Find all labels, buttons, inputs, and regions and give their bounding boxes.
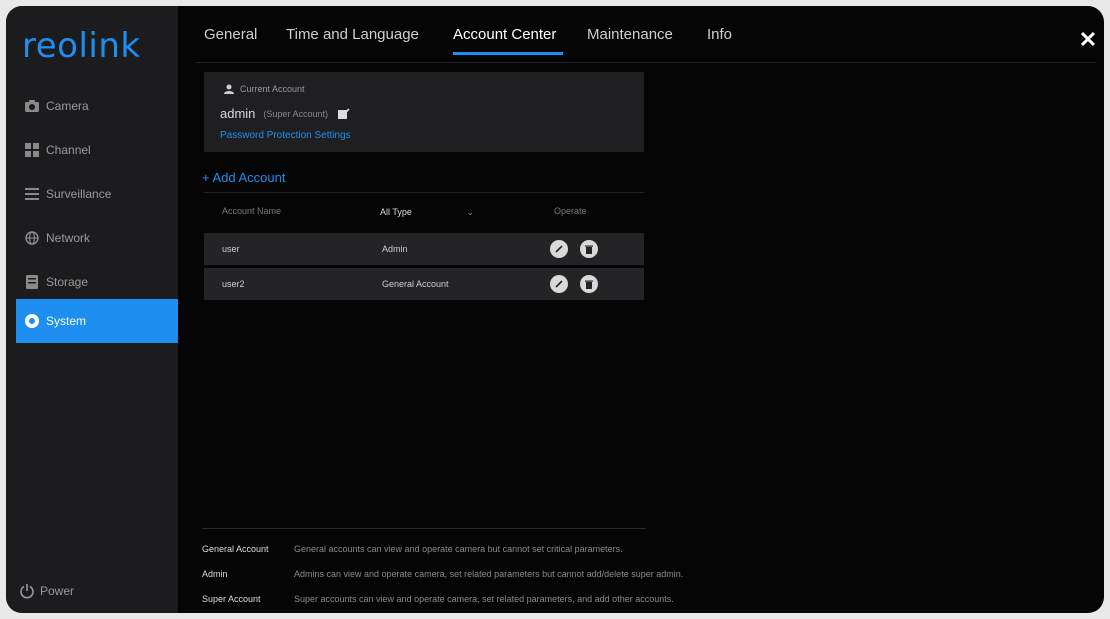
account-type-cell: Admin xyxy=(382,244,408,254)
legend-description: Super accounts can view and operate came… xyxy=(294,594,674,604)
password-protection-link[interactable]: Password Protection Settings xyxy=(220,130,351,141)
current-account-card: Current Account admin (Super Account) Pa… xyxy=(204,72,644,152)
account-type-cell: General Account xyxy=(382,279,449,289)
account-type-badge: (Super Account) xyxy=(263,108,328,119)
account-list-header: Account Name All Type ⌄ Operate xyxy=(204,202,644,222)
legend-item: Super Account Super accounts can view an… xyxy=(202,594,674,604)
legend-label: General Account xyxy=(202,544,269,554)
tab-info[interactable]: Info xyxy=(707,26,732,43)
tab-general[interactable]: General xyxy=(204,26,257,43)
type-filter-value: All Type xyxy=(380,207,412,217)
sidebar-item-storage[interactable]: Storage xyxy=(16,260,178,304)
row-operations xyxy=(550,240,598,258)
camera-icon xyxy=(24,98,40,114)
legend-description: Admins can view and operate camera, set … xyxy=(294,569,684,579)
legend-item: Admin Admins can view and operate camera… xyxy=(202,569,683,579)
edit-icon[interactable] xyxy=(337,107,350,120)
power-button[interactable]: Power xyxy=(18,578,74,604)
tab-account-center[interactable]: Account Center xyxy=(453,26,556,43)
type-filter-select[interactable]: All Type ⌄ xyxy=(380,203,480,221)
active-tab-indicator xyxy=(453,52,563,55)
storage-icon xyxy=(24,274,40,290)
sidebar-item-label: Camera xyxy=(46,99,89,113)
column-operate: Operate xyxy=(554,206,587,216)
row-operations xyxy=(550,275,598,293)
gear-icon xyxy=(24,313,40,329)
table-row: user2 General Account xyxy=(204,268,644,300)
user-icon xyxy=(224,84,234,94)
chevron-down-icon: ⌄ xyxy=(466,206,474,217)
legend-description: General accounts can view and operate ca… xyxy=(294,544,623,554)
app-window: reolink Camera Channel Surveillance Netw… xyxy=(6,6,1104,613)
sidebar: reolink Camera Channel Surveillance Netw… xyxy=(6,6,178,613)
legend-label: Super Account xyxy=(202,594,261,604)
divider xyxy=(202,528,646,529)
add-account-button[interactable]: + Add Account xyxy=(202,170,285,185)
column-account-name: Account Name xyxy=(222,206,282,216)
account-name-cell: user2 xyxy=(222,279,245,289)
sidebar-item-label: System xyxy=(46,314,87,328)
delete-icon[interactable] xyxy=(580,275,598,293)
sidebar-item-system[interactable]: System xyxy=(16,299,178,343)
sidebar-item-channel[interactable]: Channel xyxy=(16,128,178,172)
sidebar-item-label: Network xyxy=(46,231,91,245)
power-icon xyxy=(18,582,36,600)
account-name-cell: user xyxy=(222,244,240,254)
list-icon xyxy=(24,186,40,202)
delete-icon[interactable] xyxy=(580,240,598,258)
sidebar-item-label: Channel xyxy=(46,143,91,157)
channel-grid-icon xyxy=(24,142,40,158)
sidebar-item-network[interactable]: Network xyxy=(16,216,178,260)
sidebar-item-camera[interactable]: Camera xyxy=(16,84,178,128)
edit-account-icon[interactable] xyxy=(550,240,568,258)
legend-label: Admin xyxy=(202,569,228,579)
globe-icon xyxy=(24,230,40,246)
sidebar-item-surveillance[interactable]: Surveillance xyxy=(16,172,178,216)
edit-account-icon[interactable] xyxy=(550,275,568,293)
sidebar-item-label: Surveillance xyxy=(46,187,112,201)
reolink-logo: reolink xyxy=(22,26,141,66)
legend-item: General Account General accounts can vie… xyxy=(202,544,623,554)
divider xyxy=(204,192,644,193)
tab-maintenance[interactable]: Maintenance xyxy=(587,26,673,43)
close-icon[interactable]: ✕ xyxy=(1076,28,1100,52)
current-account-name: admin (Super Account) xyxy=(220,106,350,121)
divider xyxy=(196,62,1096,63)
table-row: user Admin xyxy=(204,233,644,265)
sidebar-item-label: Storage xyxy=(46,275,89,289)
card-title: Current Account xyxy=(224,84,305,94)
tab-time-and-language[interactable]: Time and Language xyxy=(286,26,419,43)
power-label: Power xyxy=(40,584,75,598)
